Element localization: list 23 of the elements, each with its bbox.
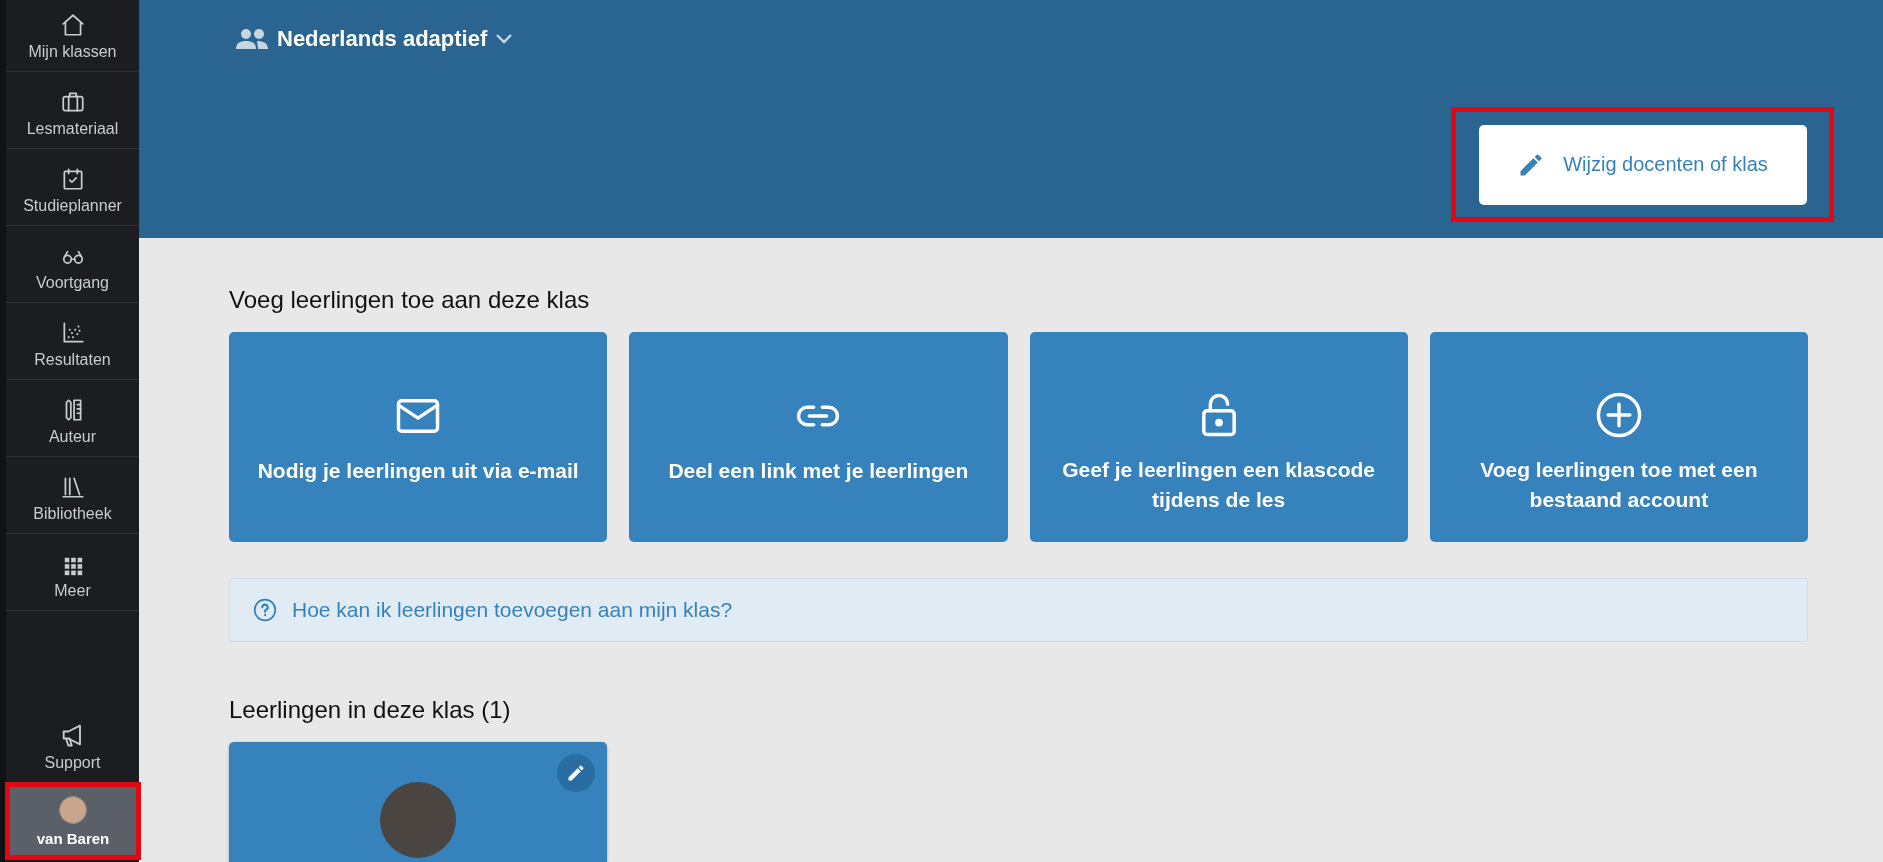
- chevron-down-icon: [495, 33, 514, 45]
- sidebar-item[interactable]: Auteur: [6, 380, 139, 457]
- sidebar-item[interactable]: Resultaten: [6, 303, 139, 380]
- help-circle-icon: [252, 597, 278, 623]
- people-icon: [235, 28, 269, 50]
- support-item[interactable]: Support: [6, 692, 139, 782]
- add-option-card[interactable]: Nodig je leerlingen uit via e-mail: [229, 332, 608, 542]
- add-option-card[interactable]: Geef je leerlingen een klascode tijdens de les: [1029, 332, 1408, 542]
- class-selector[interactable]: Nederlands adaptief: [235, 26, 514, 52]
- avatar-circle: [59, 795, 87, 824]
- user-profile-item[interactable]: van Baren: [10, 787, 136, 855]
- edit-teachers-button[interactable]: Wijzig docenten of klas: [1478, 124, 1807, 205]
- sidebar-item[interactable]: Voortgang: [6, 226, 139, 303]
- edit-student-button[interactable]: [557, 754, 595, 792]
- briefcase-icon: [59, 89, 86, 115]
- add-option-card[interactable]: Deel een link met je leerlingen: [629, 332, 1008, 542]
- section-heading: Leerlingen in deze klas (1): [229, 696, 512, 724]
- books-icon: [59, 474, 86, 500]
- pencil-icon: [566, 763, 586, 783]
- sidebar-item[interactable]: Meer: [6, 534, 139, 611]
- sidebar-item[interactable]: Bibliotheek: [6, 457, 139, 534]
- section-heading: Voeg leerlingen toe aan deze klas: [229, 286, 591, 314]
- add-option-card[interactable]: Voeg leerlingen toe met een bestaand account: [1429, 332, 1808, 542]
